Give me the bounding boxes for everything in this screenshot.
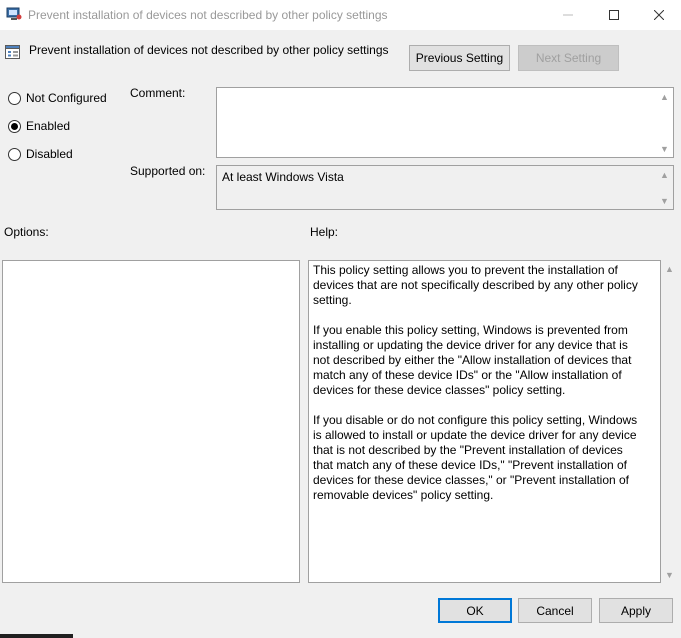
supported-on-label: Supported on:: [130, 164, 206, 178]
maximize-button[interactable]: [591, 0, 637, 30]
help-scrollbar[interactable]: ▲ ▼: [661, 260, 678, 583]
policy-title: Prevent installation of devices not desc…: [29, 43, 389, 57]
options-label: Options:: [4, 225, 49, 239]
help-paragraph: If you enable this policy setting, Windo…: [313, 323, 632, 397]
options-panel: [2, 260, 300, 583]
maximize-icon: [609, 10, 619, 20]
supported-on-value: At least Windows Vista: [222, 170, 344, 184]
apply-button[interactable]: Apply: [599, 598, 673, 623]
supported-scrollbar[interactable]: ▲ ▼: [656, 166, 673, 209]
radio-not-configured[interactable]: Not Configured: [8, 91, 107, 105]
scroll-down-icon[interactable]: ▼: [656, 192, 673, 209]
comment-field[interactable]: ▲ ▼: [216, 87, 674, 158]
radio-label: Enabled: [26, 119, 71, 133]
radio-circle[interactable]: [8, 91, 21, 105]
scroll-down-icon[interactable]: ▼: [661, 566, 678, 583]
radio-enabled[interactable]: Enabled: [8, 119, 70, 133]
close-icon: [654, 10, 664, 20]
help-panel: This policy setting allows you to preven…: [308, 260, 661, 583]
help-paragraph: If you disable or do not configure this …: [313, 413, 638, 502]
supported-on-field: At least Windows Vista ▲ ▼: [216, 165, 674, 210]
help-label: Help:: [310, 225, 339, 239]
comment-scrollbar[interactable]: ▲ ▼: [656, 88, 673, 157]
minimize-icon: [563, 14, 573, 16]
radio-label: Disabled: [26, 147, 73, 161]
previous-setting-button[interactable]: Previous Setting: [409, 45, 510, 71]
scroll-up-icon[interactable]: ▲: [661, 260, 678, 277]
minimize-button[interactable]: [545, 0, 591, 30]
taskbar-edge: [0, 634, 73, 638]
window-title: Prevent installation of devices not desc…: [28, 8, 388, 22]
radio-label: Not Configured: [26, 91, 107, 105]
radio-disabled[interactable]: Disabled: [8, 147, 73, 161]
policy-setting-icon: [5, 45, 20, 59]
scroll-up-icon[interactable]: ▲: [656, 88, 673, 105]
help-text: This policy setting allows you to preven…: [313, 263, 638, 518]
scroll-down-icon[interactable]: ▼: [656, 140, 673, 157]
radio-circle-selected[interactable]: [8, 119, 21, 133]
scroll-up-icon[interactable]: ▲: [656, 166, 673, 183]
next-setting-button[interactable]: Next Setting: [518, 45, 619, 71]
close-button[interactable]: [636, 0, 681, 30]
ok-button[interactable]: OK: [438, 598, 512, 623]
cancel-button[interactable]: Cancel: [518, 598, 592, 623]
radio-circle[interactable]: [8, 147, 21, 161]
policy-window-icon: [6, 7, 22, 20]
comment-label: Comment:: [130, 86, 186, 100]
help-paragraph: This policy setting allows you to preven…: [313, 263, 638, 307]
